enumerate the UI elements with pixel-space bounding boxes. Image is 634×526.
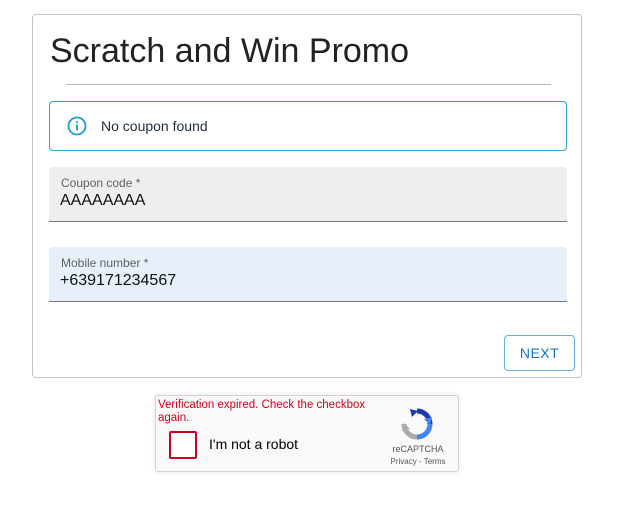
coupon-code-input[interactable] <box>60 192 550 210</box>
links-separator: - <box>416 457 424 466</box>
recaptcha-checkbox-label: I'm not a robot <box>209 436 299 452</box>
info-icon <box>67 116 87 136</box>
recaptcha-checkbox[interactable] <box>169 431 197 459</box>
recaptcha-widget: Verification expired. Check the checkbox… <box>155 395 459 472</box>
promo-card: Scratch and Win Promo No coupon found Co… <box>32 14 582 378</box>
alert-message: No coupon found <box>101 118 208 134</box>
privacy-link[interactable]: Privacy <box>391 457 417 466</box>
title-divider <box>66 84 551 85</box>
mobile-number-label: Mobile number * <box>61 256 149 270</box>
info-alert: No coupon found <box>49 101 567 151</box>
page-title: Scratch and Win Promo <box>50 32 410 70</box>
coupon-code-field[interactable]: Coupon code * <box>49 167 567 222</box>
recaptcha-error-message: Verification expired. Check the checkbox… <box>158 399 366 424</box>
recaptcha-logo-icon <box>401 408 433 440</box>
coupon-code-label: Coupon code * <box>61 176 141 190</box>
next-button[interactable]: NEXT <box>504 335 575 371</box>
recaptcha-links: Privacy - Terms <box>378 457 458 466</box>
mobile-number-field[interactable]: Mobile number * <box>49 247 567 302</box>
recaptcha-brand: reCAPTCHA <box>392 444 444 454</box>
terms-link[interactable]: Terms <box>424 457 446 466</box>
mobile-number-input[interactable] <box>60 272 550 290</box>
